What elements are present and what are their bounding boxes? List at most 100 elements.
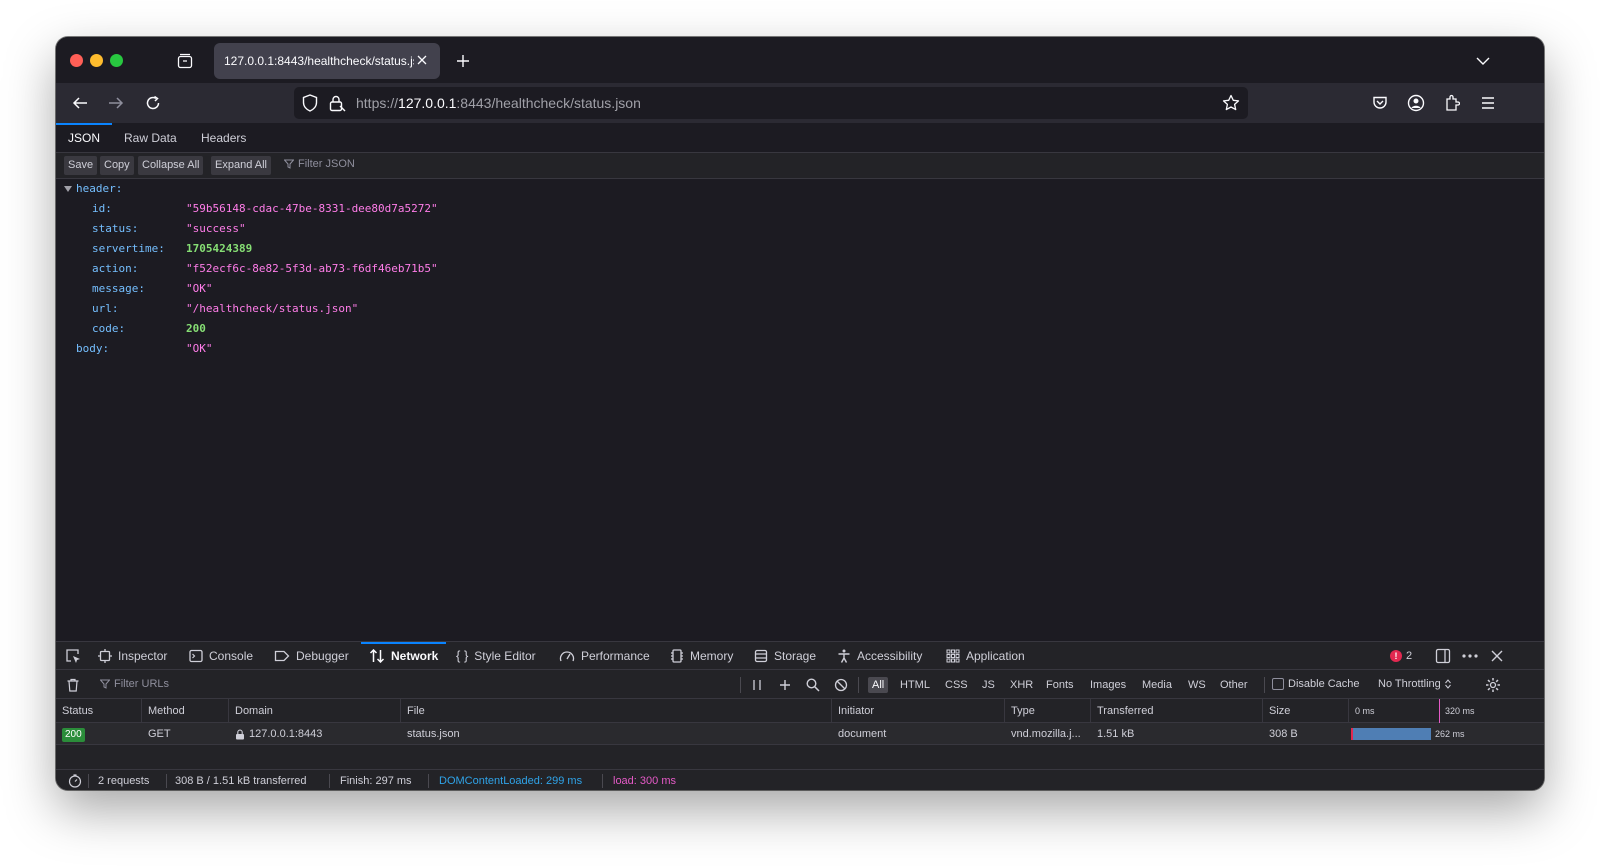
throttling-select[interactable]: No Throttling xyxy=(1378,678,1451,690)
tab-status-json[interactable]: 127.0.0.1:8443/healthcheck/status.json xyxy=(214,43,440,79)
filter-js[interactable]: JS xyxy=(978,677,999,693)
collapse-all-button[interactable]: Collapse All xyxy=(138,156,204,175)
minimize-window-button[interactable] xyxy=(90,54,103,67)
tab-console[interactable]: Console xyxy=(189,642,253,670)
filter-urls-input[interactable]: Filter URLs xyxy=(100,678,169,690)
tab-json[interactable]: JSON xyxy=(56,123,113,153)
new-tab-icon[interactable] xyxy=(452,50,474,72)
tab-accessibility[interactable]: Accessibility xyxy=(837,642,922,670)
tree-row[interactable]: url: xyxy=(92,299,119,319)
filter-css[interactable]: CSS xyxy=(941,677,972,693)
column-size[interactable]: Size xyxy=(1263,699,1349,723)
filter-other[interactable]: Other xyxy=(1216,677,1252,693)
element-picker-icon[interactable] xyxy=(64,647,82,665)
column-type[interactable]: Type xyxy=(1005,699,1091,723)
bookmark-star-icon[interactable] xyxy=(1222,94,1240,112)
tree-row[interactable]: id: xyxy=(92,199,112,219)
shield-icon[interactable] xyxy=(302,94,318,112)
tab-label: Application xyxy=(966,649,1025,663)
tab-debugger[interactable]: Debugger xyxy=(274,642,349,670)
tree-row[interactable]: action: xyxy=(92,259,138,279)
close-window-button[interactable] xyxy=(70,54,83,67)
error-count-badge[interactable]: ! 2 xyxy=(1390,649,1412,663)
menu-icon[interactable] xyxy=(1476,91,1500,115)
tab-inspector[interactable]: Inspector xyxy=(98,642,167,670)
zoom-window-button[interactable] xyxy=(110,54,123,67)
url-scheme: https:// xyxy=(356,95,399,111)
table-row[interactable]: 200 GET 127.0.0.1:8443 status.json docum… xyxy=(56,723,1544,745)
json-value: "f52ecf6c-8e82-5f3d-ab73-f6df46eb71b5" xyxy=(186,262,438,275)
json-value: "/healthcheck/status.json" xyxy=(186,302,359,315)
pocket-icon[interactable] xyxy=(1368,91,1392,115)
search-icon[interactable] xyxy=(804,676,822,694)
tab-network[interactable]: Network xyxy=(360,642,447,670)
filter-media[interactable]: Media xyxy=(1138,677,1176,693)
grid-icon xyxy=(946,649,960,663)
trash-icon[interactable] xyxy=(64,676,82,694)
toolbar-divider xyxy=(858,677,859,693)
json-value: "OK" xyxy=(186,282,213,295)
cell-transferred: 1.51 kB xyxy=(1097,728,1135,740)
filter-json-input[interactable]: Filter JSON xyxy=(284,158,355,170)
column-domain[interactable]: Domain xyxy=(229,699,401,723)
stopwatch-icon[interactable] xyxy=(66,772,84,790)
tab-headers[interactable]: Headers xyxy=(201,123,246,153)
debugger-icon xyxy=(274,649,290,663)
column-status[interactable]: Status xyxy=(56,699,142,723)
lock-icon[interactable] xyxy=(328,94,346,112)
expand-all-button[interactable]: Expand All xyxy=(211,156,271,175)
tab-memory[interactable]: Memory xyxy=(670,642,733,670)
throttling-value: No Throttling xyxy=(1378,678,1441,690)
back-icon[interactable] xyxy=(68,91,92,115)
close-tab-icon[interactable] xyxy=(414,52,430,68)
settings-gear-icon[interactable] xyxy=(1484,676,1502,694)
status-divider xyxy=(88,774,89,788)
tab-style-editor[interactable]: { } Style Editor xyxy=(456,642,536,670)
add-request-icon[interactable] xyxy=(776,676,794,694)
copy-button[interactable]: Copy xyxy=(100,156,134,175)
expand-twisty-icon[interactable] xyxy=(64,186,72,192)
filter-images[interactable]: Images xyxy=(1086,677,1130,693)
pause-icon[interactable] xyxy=(748,676,766,694)
more-options-icon[interactable] xyxy=(1461,647,1479,665)
url-bar[interactable]: https://127.0.0.1:8443/healthcheck/statu… xyxy=(294,87,1248,119)
tree-row[interactable]: status: xyxy=(92,219,138,239)
column-method[interactable]: Method xyxy=(142,699,229,723)
filter-fonts[interactable]: Fonts xyxy=(1042,677,1078,693)
status-divider xyxy=(329,774,330,788)
column-waterfall[interactable]: 0 ms 320 ms xyxy=(1349,699,1544,723)
close-devtools-icon[interactable] xyxy=(1488,647,1506,665)
firefox-view-icon[interactable] xyxy=(174,50,196,72)
filter-xhr[interactable]: XHR xyxy=(1006,677,1037,693)
navigation-bar: https://127.0.0.1:8443/healthcheck/statu… xyxy=(56,83,1544,123)
reload-icon[interactable] xyxy=(141,91,165,115)
tab-raw-data[interactable]: Raw Data xyxy=(124,123,177,153)
status-divider xyxy=(428,774,429,788)
forward-icon[interactable] xyxy=(104,91,128,115)
tab-application[interactable]: Application xyxy=(946,642,1025,670)
extensions-icon[interactable] xyxy=(1440,91,1464,115)
block-icon[interactable] xyxy=(832,676,850,694)
tree-row-body[interactable]: body: xyxy=(76,339,109,359)
tree-row[interactable]: code: xyxy=(92,319,125,339)
tab-storage[interactable]: Storage xyxy=(754,642,816,670)
column-file[interactable]: File xyxy=(401,699,832,723)
disable-cache-label: Disable Cache xyxy=(1288,678,1360,690)
tree-row-header[interactable]: header: xyxy=(56,179,256,199)
tree-row[interactable]: message: xyxy=(92,279,145,299)
filter-ws[interactable]: WS xyxy=(1184,677,1210,693)
column-transferred[interactable]: Transferred xyxy=(1091,699,1263,723)
tab-performance[interactable]: Performance xyxy=(559,642,650,670)
disable-cache-checkbox[interactable]: Disable Cache xyxy=(1272,678,1360,690)
dock-layout-icon[interactable] xyxy=(1434,647,1452,665)
json-value: "59b56148-cdac-47be-8331-dee80d7a5272" xyxy=(186,202,438,215)
chevron-updown-icon xyxy=(1444,679,1451,689)
network-status-bar: 2 requests 308 B / 1.51 kB transferred F… xyxy=(56,769,1544,790)
filter-all[interactable]: All xyxy=(868,677,889,693)
column-initiator[interactable]: Initiator xyxy=(832,699,1005,723)
list-all-tabs-icon[interactable] xyxy=(1472,50,1494,72)
save-button[interactable]: Save xyxy=(64,156,98,175)
filter-html[interactable]: HTML xyxy=(896,677,934,693)
tree-row[interactable]: servertime: xyxy=(92,239,165,259)
account-icon[interactable] xyxy=(1404,91,1428,115)
